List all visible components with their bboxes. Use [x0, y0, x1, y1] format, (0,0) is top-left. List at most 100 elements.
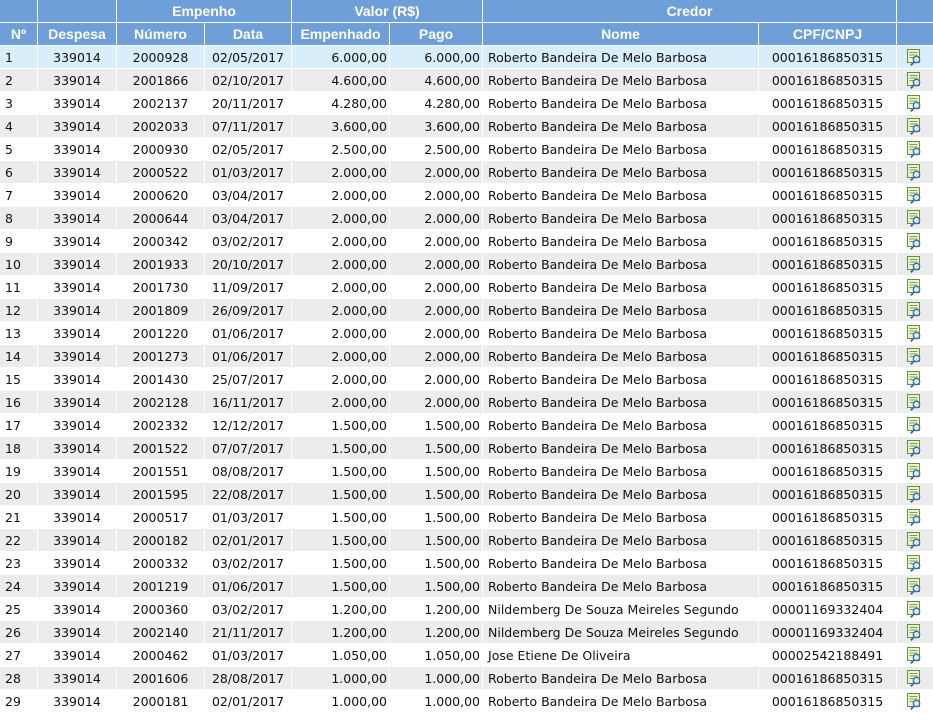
cell-cpf: 00016186850315: [759, 414, 897, 436]
cell-numero: 2000644: [117, 207, 204, 229]
document-magnifier-icon[interactable]: [906, 71, 924, 90]
table-row[interactable]: 28 339014 2001606 28/08/2017 1.000,00 1.…: [0, 667, 933, 689]
document-magnifier-icon[interactable]: [906, 577, 924, 596]
table-row[interactable]: 16 339014 2002128 16/11/2017 2.000,00 2.…: [0, 391, 933, 413]
table-row[interactable]: 25 339014 2000360 03/02/2017 1.200,00 1.…: [0, 598, 933, 620]
cell-despesa: 339014: [38, 46, 116, 68]
cell-nome: Roberto Bandeira De Melo Barbosa: [483, 437, 759, 459]
header-blank: [0, 0, 37, 22]
cell-pago: 2.000,00: [390, 299, 483, 321]
cell-details: [897, 276, 933, 298]
document-magnifier-icon[interactable]: [906, 186, 924, 205]
table-row[interactable]: 7 339014 2000620 03/04/2017 2.000,00 2.0…: [0, 184, 933, 206]
document-magnifier-icon[interactable]: [906, 163, 924, 182]
document-magnifier-icon[interactable]: [906, 324, 924, 343]
document-magnifier-icon[interactable]: [906, 117, 924, 136]
cell-despesa: 339014: [38, 345, 116, 367]
cell-data: 02/01/2017: [205, 690, 291, 712]
cell-cpf: 00016186850315: [759, 667, 897, 689]
document-magnifier-icon[interactable]: [906, 232, 924, 251]
document-magnifier-icon[interactable]: [906, 554, 924, 573]
table-row[interactable]: 24 339014 2001219 01/06/2017 1.500,00 1.…: [0, 575, 933, 597]
table-row[interactable]: 8 339014 2000644 03/04/2017 2.000,00 2.0…: [0, 207, 933, 229]
table-row[interactable]: 14 339014 2001273 01/06/2017 2.000,00 2.…: [0, 345, 933, 367]
table-row[interactable]: 6 339014 2000522 01/03/2017 2.000,00 2.0…: [0, 161, 933, 183]
table-row[interactable]: 3 339014 2002137 20/11/2017 4.280,00 4.2…: [0, 92, 933, 114]
cell-numero: 2000182: [117, 529, 204, 551]
table-row[interactable]: 20 339014 2001595 22/08/2017 1.500,00 1.…: [0, 483, 933, 505]
cell-despesa: 339014: [38, 299, 116, 321]
cell-numero: 2002137: [117, 92, 204, 114]
cell-details: [897, 690, 933, 712]
document-magnifier-icon[interactable]: [906, 140, 924, 159]
cell-data: 20/11/2017: [205, 92, 291, 114]
cell-numero: 2001866: [117, 69, 204, 91]
document-magnifier-icon[interactable]: [906, 623, 924, 642]
document-magnifier-icon[interactable]: [906, 370, 924, 389]
header-column-row: Nº Despesa Número Data Empenhado Pago No…: [0, 23, 933, 45]
table-row[interactable]: 13 339014 2001220 01/06/2017 2.000,00 2.…: [0, 322, 933, 344]
document-magnifier-icon[interactable]: [906, 531, 924, 550]
cell-details: [897, 506, 933, 528]
cell-numero: 2001809: [117, 299, 204, 321]
table-row[interactable]: 12 339014 2001809 26/09/2017 2.000,00 2.…: [0, 299, 933, 321]
table-row[interactable]: 18 339014 2001522 07/07/2017 1.500,00 1.…: [0, 437, 933, 459]
table-row[interactable]: 21 339014 2000517 01/03/2017 1.500,00 1.…: [0, 506, 933, 528]
document-magnifier-icon[interactable]: [906, 347, 924, 366]
document-magnifier-icon[interactable]: [906, 485, 924, 504]
document-magnifier-icon[interactable]: [906, 508, 924, 527]
cell-data: 03/04/2017: [205, 207, 291, 229]
cell-data: 03/02/2017: [205, 230, 291, 252]
table-row[interactable]: 9 339014 2000342 03/02/2017 2.000,00 2.0…: [0, 230, 933, 252]
cell-numero: 2001220: [117, 322, 204, 344]
cell-nome: Nildemberg De Souza Meireles Segundo: [483, 598, 759, 620]
cell-data: 16/11/2017: [205, 391, 291, 413]
cell-empenhado: 1.500,00: [292, 414, 389, 436]
cell-numero: 2000342: [117, 230, 204, 252]
table-row[interactable]: 2 339014 2001866 02/10/2017 4.600,00 4.6…: [0, 69, 933, 91]
cell-pago: 1.500,00: [390, 460, 483, 482]
table-row[interactable]: 10 339014 2001933 20/10/2017 2.000,00 2.…: [0, 253, 933, 275]
document-magnifier-icon[interactable]: [906, 600, 924, 619]
cell-despesa: 339014: [38, 276, 116, 298]
cell-nome: Roberto Bandeira De Melo Barbosa: [483, 506, 759, 528]
cell-details: [897, 529, 933, 551]
table-row[interactable]: 27 339014 2000462 01/03/2017 1.050,00 1.…: [0, 644, 933, 666]
cell-no: 7: [0, 184, 37, 206]
document-magnifier-icon[interactable]: [906, 416, 924, 435]
table-row[interactable]: 15 339014 2001430 25/07/2017 2.000,00 2.…: [0, 368, 933, 390]
header-blank: [38, 0, 116, 22]
document-magnifier-icon[interactable]: [906, 646, 924, 665]
table-row[interactable]: 26 339014 2002140 21/11/2017 1.200,00 1.…: [0, 621, 933, 643]
document-magnifier-icon[interactable]: [906, 393, 924, 412]
document-magnifier-icon[interactable]: [906, 94, 924, 113]
cell-empenhado: 2.500,00: [292, 138, 389, 160]
table-row[interactable]: 11 339014 2001730 11/09/2017 2.000,00 2.…: [0, 276, 933, 298]
table-row[interactable]: 23 339014 2000332 03/02/2017 1.500,00 1.…: [0, 552, 933, 574]
table-row[interactable]: 29 339014 2000181 02/01/2017 1.000,00 1.…: [0, 690, 933, 712]
cell-details: [897, 161, 933, 183]
table-row[interactable]: 1 339014 2000928 02/05/2017 6.000,00 6.0…: [0, 46, 933, 68]
document-magnifier-icon[interactable]: [906, 209, 924, 228]
cell-empenhado: 1.200,00: [292, 598, 389, 620]
cell-nome: Roberto Bandeira De Melo Barbosa: [483, 69, 759, 91]
cell-nome: Roberto Bandeira De Melo Barbosa: [483, 667, 759, 689]
document-magnifier-icon[interactable]: [906, 439, 924, 458]
cell-no: 21: [0, 506, 37, 528]
document-magnifier-icon[interactable]: [906, 48, 924, 67]
cell-details: [897, 69, 933, 91]
header-group-row: Empenho Valor (R$) Credor: [0, 0, 933, 22]
table-row[interactable]: 22 339014 2000182 02/01/2017 1.500,00 1.…: [0, 529, 933, 551]
cell-cpf: 00016186850315: [759, 529, 897, 551]
document-magnifier-icon[interactable]: [906, 255, 924, 274]
document-magnifier-icon[interactable]: [906, 692, 924, 711]
table-row[interactable]: 4 339014 2002033 07/11/2017 3.600,00 3.6…: [0, 115, 933, 137]
table-row[interactable]: 5 339014 2000930 02/05/2017 2.500,00 2.5…: [0, 138, 933, 160]
cell-empenhado: 1.500,00: [292, 483, 389, 505]
document-magnifier-icon[interactable]: [906, 669, 924, 688]
document-magnifier-icon[interactable]: [906, 278, 924, 297]
document-magnifier-icon[interactable]: [906, 301, 924, 320]
table-row[interactable]: 19 339014 2001551 08/08/2017 1.500,00 1.…: [0, 460, 933, 482]
document-magnifier-icon[interactable]: [906, 462, 924, 481]
table-row[interactable]: 17 339014 2002332 12/12/2017 1.500,00 1.…: [0, 414, 933, 436]
